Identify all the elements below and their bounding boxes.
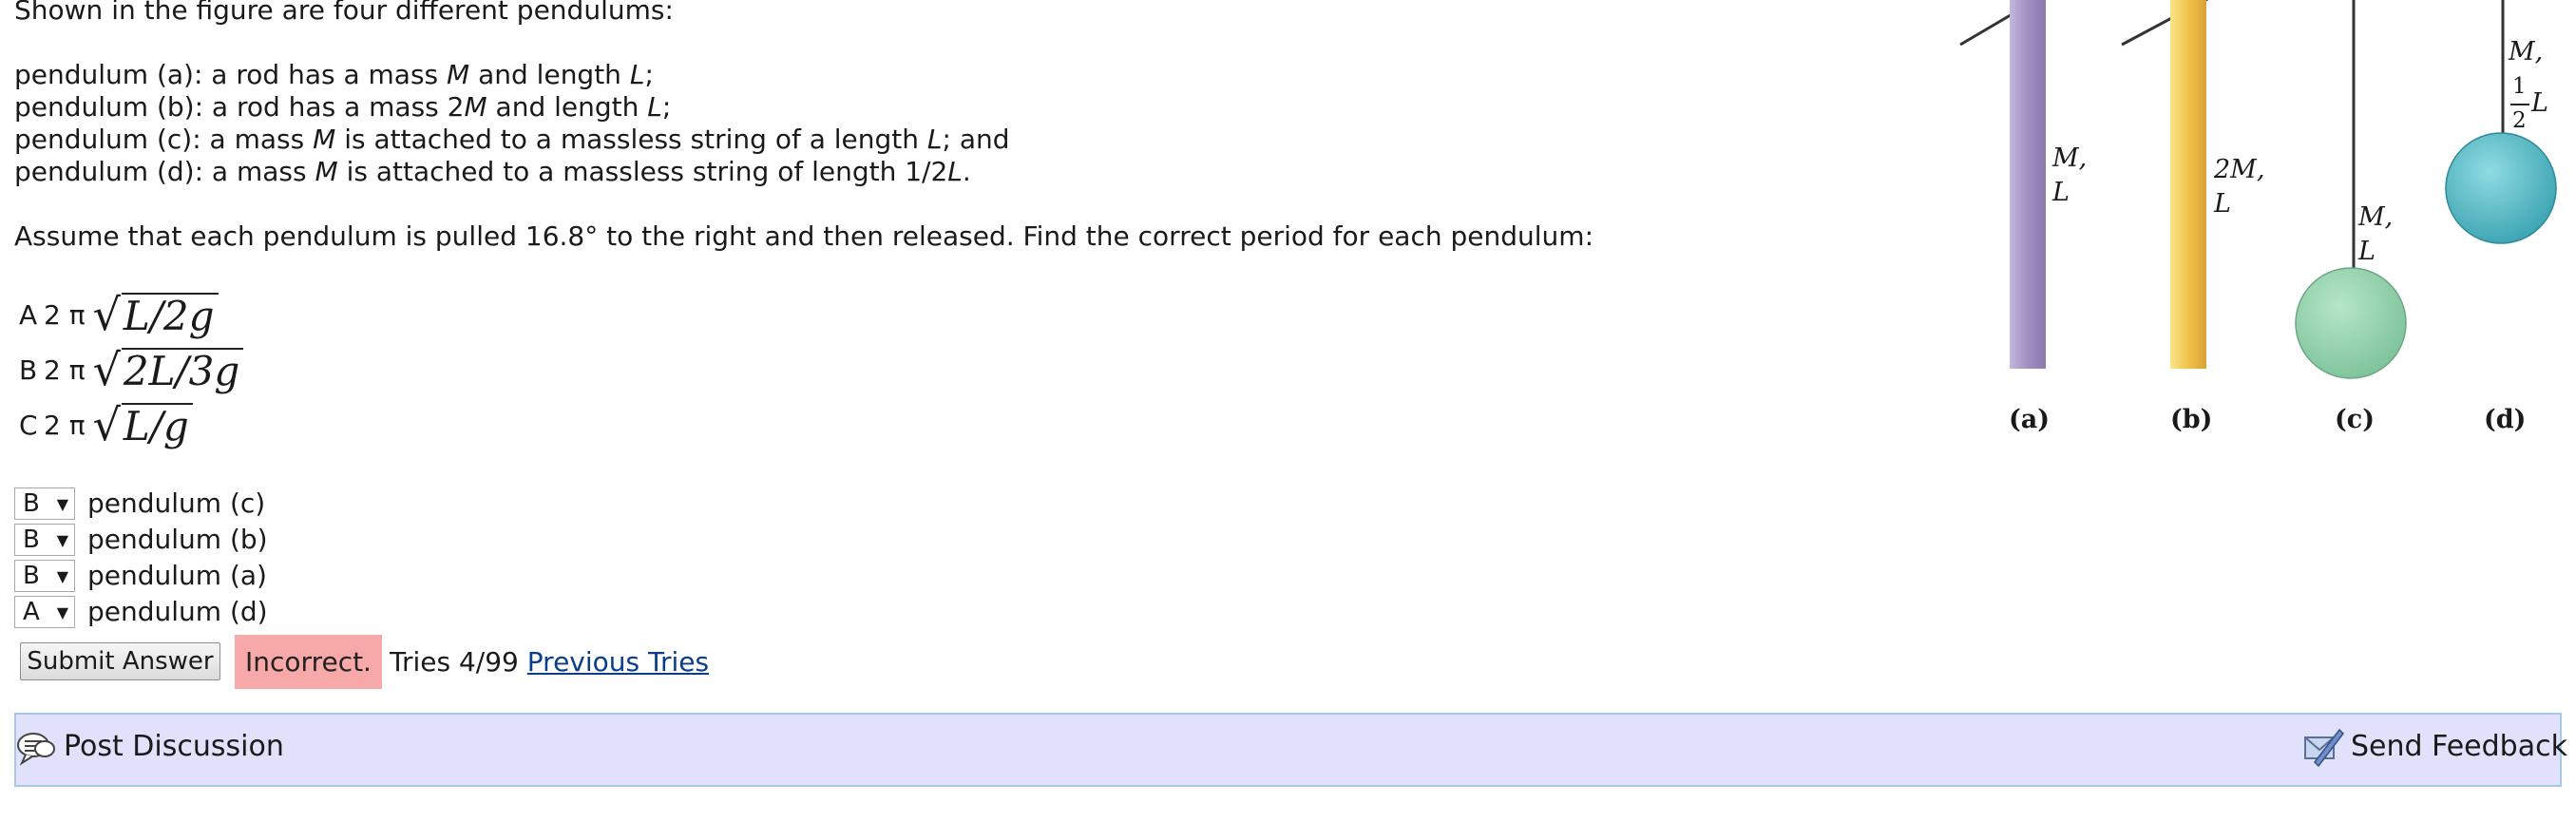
- instruction-text: Assume that each pendulum is pulled 16.8…: [14, 220, 1594, 252]
- label-a-mass: M,: [2052, 143, 2088, 173]
- dropdown-arrow-icon: ▼: [56, 530, 68, 549]
- pendulum-b-description: pendulum (b): a rod has a mass 2M and le…: [14, 91, 672, 123]
- option-prefix: 2 π: [44, 299, 86, 331]
- label-d-numerator: 1: [2512, 74, 2527, 99]
- label-d-mass: M,: [2509, 37, 2544, 67]
- option-b: B 2 π √ 2L/3g: [19, 348, 244, 393]
- sqrt-formula: √ L/g: [93, 403, 193, 449]
- submit-answer-button[interactable]: Submit Answer: [20, 642, 220, 680]
- sqrt-formula: √ 2L/3g: [93, 348, 244, 393]
- label-b-mass: 2M,: [2214, 155, 2265, 184]
- match-label-4: pendulum (d): [87, 596, 268, 627]
- label-c-mass: M,: [2358, 202, 2394, 232]
- problem-intro: Shown in the figure are four different p…: [14, 0, 674, 26]
- option-letter: B: [19, 354, 38, 386]
- rod-b: [2170, 0, 2206, 369]
- dropdown-arrow-icon: ▼: [56, 494, 68, 513]
- discussion-icon: [16, 730, 56, 772]
- bob-c: [2295, 267, 2407, 379]
- label-a-length: L: [2052, 178, 2070, 207]
- option-a: A 2 π √ L/2g: [19, 293, 219, 338]
- label-c-length: L: [2358, 237, 2376, 266]
- pendulum-figure: [1938, 0, 2576, 447]
- figure-label-a: (a): [2009, 405, 2051, 434]
- previous-tries-link[interactable]: Previous Tries: [527, 646, 709, 678]
- dropdown-arrow-icon: ▼: [56, 602, 68, 621]
- option-letter: A: [19, 299, 38, 331]
- pendulum-figure-svg: [1959, 0, 2557, 379]
- label-d-length: L: [2531, 88, 2548, 118]
- bob-d: [2445, 132, 2557, 244]
- tries-count: Tries 4/99: [390, 646, 519, 678]
- tries-row: Tries 4/99 Previous Tries: [390, 646, 709, 679]
- rod-a: [2010, 0, 2046, 369]
- match-label-3: pendulum (a): [87, 560, 267, 591]
- match-select-2[interactable]: B ▼: [14, 524, 75, 556]
- match-label-1: pendulum (c): [87, 487, 266, 519]
- figure-label-c: (c): [2335, 405, 2375, 434]
- option-prefix: 2 π: [44, 354, 86, 386]
- match-label-2: pendulum (b): [87, 524, 268, 555]
- post-discussion-link[interactable]: Post Discussion: [64, 730, 284, 763]
- figure-label-b: (b): [2170, 405, 2213, 434]
- dropdown-arrow-icon: ▼: [56, 566, 68, 585]
- option-prefix: 2 π: [44, 410, 86, 441]
- pendulum-c-description: pendulum (c): a mass M is attached to a …: [14, 124, 1010, 155]
- discussion-bar: [14, 713, 2562, 787]
- label-b-length: L: [2214, 189, 2231, 219]
- sqrt-formula: √ L/2g: [93, 293, 219, 338]
- match-select-3[interactable]: B ▼: [14, 560, 75, 592]
- figure-label-d: (d): [2484, 405, 2527, 434]
- option-letter: C: [19, 410, 38, 441]
- match-select-1[interactable]: B ▼: [14, 487, 75, 520]
- match-select-4[interactable]: A ▼: [14, 596, 75, 628]
- pendulum-d-description: pendulum (d): a mass M is attached to a …: [14, 156, 971, 187]
- option-c: C 2 π √ L/g: [19, 403, 193, 449]
- label-d-denominator: 2: [2512, 108, 2527, 133]
- pendulum-a-description: pendulum (a): a rod has a mass M and len…: [14, 59, 654, 90]
- send-feedback-link[interactable]: Send Feedback: [2351, 730, 2567, 763]
- feedback-icon: [2301, 724, 2345, 772]
- status-badge: Incorrect.: [235, 635, 382, 689]
